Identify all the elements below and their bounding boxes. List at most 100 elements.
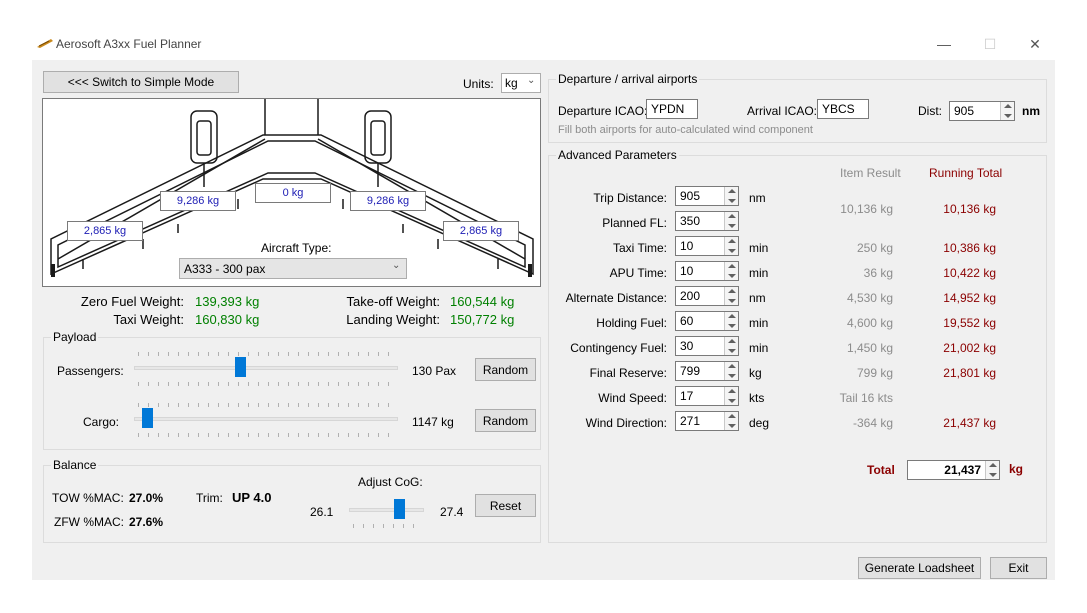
param-input[interactable]: 60 (675, 311, 739, 331)
param-item-result: 4,600 kg (846, 316, 893, 330)
passengers-label: Passengers: (57, 364, 124, 378)
param-input[interactable]: 10 (675, 236, 739, 256)
trip-running-total: 10,136 kg (943, 202, 996, 216)
param-running-total: 21,002 kg (943, 341, 996, 355)
dist-input[interactable]: 905 (949, 101, 1015, 121)
spin-arrows-icon[interactable] (1000, 102, 1014, 120)
total-fuel-input[interactable]: 21,437 (907, 460, 1000, 480)
param-label: Final Reserve: (589, 366, 667, 380)
param-input[interactable]: 10 (675, 261, 739, 281)
item-result-header: Item Result (840, 166, 901, 180)
random-passengers-button[interactable]: Random (475, 358, 536, 381)
param-item-result: Tail 16 kts (839, 391, 893, 405)
param-running-total: 10,422 kg (943, 266, 996, 280)
spin-arrows-icon[interactable] (724, 187, 738, 205)
param-label: Planned FL: (602, 216, 667, 230)
cargo-label: Cargo: (83, 415, 120, 429)
close-icon[interactable]: ✕ (1025, 34, 1045, 54)
zfw-mac-label: ZFW %MAC: (54, 515, 124, 529)
aircraft-type-select[interactable]: A333 - 300 pax ⌄ (179, 258, 407, 279)
param-running-total: 21,801 kg (943, 366, 996, 380)
dist-label: Dist: (918, 104, 942, 118)
balance-group: Balance TOW %MAC: 27.0% ZFW %MAC: 27.6% … (43, 458, 541, 543)
param-input[interactable]: 271 (675, 411, 739, 431)
trim-value: UP 4.0 (232, 490, 272, 505)
param-label: Alternate Distance: (565, 291, 667, 305)
passengers-value: 130 Pax (412, 364, 457, 378)
param-unit: deg (749, 416, 770, 430)
arrival-icao-input[interactable]: YBCS (817, 99, 869, 119)
cog-slider[interactable] (349, 508, 424, 512)
spin-arrows-icon[interactable] (724, 262, 738, 280)
generate-loadsheet-button[interactable]: Generate Loadsheet (858, 557, 981, 579)
param-unit: nm (749, 191, 766, 205)
zfw-value: 139,393 kg (195, 294, 260, 309)
param-running-total: 14,952 kg (943, 291, 996, 305)
param-unit: min (749, 341, 769, 355)
app-logo-icon (37, 39, 53, 48)
param-input[interactable]: 200 (675, 286, 739, 306)
taxi-weight-label: Taxi Weight: (113, 312, 184, 327)
param-label: Holding Fuel: (596, 316, 667, 330)
spin-arrows-icon[interactable] (724, 387, 738, 405)
tow-mac-label: TOW %MAC: (52, 491, 124, 505)
param-unit: kts (749, 391, 765, 405)
reset-button[interactable]: Reset (475, 494, 536, 517)
passengers-slider[interactable] (134, 366, 398, 370)
tow-label: Take-off Weight: (346, 294, 440, 309)
total-label: Total (867, 463, 895, 477)
param-input[interactable]: 905 (675, 186, 739, 206)
param-item-result: 250 kg (856, 241, 893, 255)
param-item-result: 36 kg (863, 266, 893, 280)
param-label: Contingency Fuel: (570, 341, 667, 355)
zfw-mac-value: 27.6% (129, 515, 164, 529)
payload-group: Payload Passengers: 130 Pax Random Cargo… (43, 330, 541, 450)
title-bar: Aerosoft A3xx Fuel Planner — ☐ ✕ (32, 28, 1055, 60)
maximize-icon[interactable]: ☐ (980, 34, 1000, 54)
param-item-result: 4,530 kg (846, 291, 893, 305)
landing-weight-label: Landing Weight: (346, 312, 440, 327)
spin-arrows-icon[interactable] (724, 312, 738, 330)
payload-title: Payload (51, 330, 99, 344)
random-cargo-button[interactable]: Random (475, 409, 536, 432)
airports-hint: Fill both airports for auto-calculated w… (558, 124, 813, 136)
departure-icao-input[interactable]: YPDN (646, 99, 698, 119)
cog-slider-thumb[interactable] (393, 499, 405, 519)
total-unit: kg (1009, 462, 1024, 476)
departure-icao-label: Departure ICAO: (558, 104, 648, 118)
spin-arrows-icon[interactable] (724, 337, 738, 355)
cargo-slider[interactable] (134, 417, 398, 421)
param-running-total: 19,552 kg (943, 316, 996, 330)
aircraft-type-label: Aircraft Type: (261, 241, 332, 255)
landing-weight-value: 150,772 kg (450, 312, 515, 327)
spin-arrows-icon[interactable] (724, 362, 738, 380)
exit-button[interactable]: Exit (990, 557, 1047, 579)
cog-min-label: 26.1 (310, 505, 334, 519)
spin-arrows-icon[interactable] (985, 461, 999, 479)
passengers-slider-thumb[interactable] (235, 357, 247, 377)
minimize-icon[interactable]: — (934, 34, 954, 54)
spin-arrows-icon[interactable] (724, 412, 738, 430)
spin-arrows-icon[interactable] (724, 212, 738, 230)
cargo-slider-thumb[interactable] (141, 408, 153, 428)
param-unit: min (749, 241, 769, 255)
window-title: Aerosoft A3xx Fuel Planner (56, 37, 202, 51)
chevron-down-icon: ⌄ (392, 260, 401, 271)
spin-arrows-icon[interactable] (724, 237, 738, 255)
switch-simple-mode-button[interactable]: <<< Switch to Simple Mode (43, 71, 239, 93)
aircraft-diagram: 2,865 kg 9,286 kg 0 kg 9,286 kg 2,865 kg… (42, 98, 541, 287)
param-unit: min (749, 316, 769, 330)
param-item-result: 1,450 kg (846, 341, 893, 355)
taxi-weight-value: 160,830 kg (195, 312, 260, 327)
spin-arrows-icon[interactable] (724, 287, 738, 305)
units-select[interactable]: kg ⌄ (501, 73, 541, 93)
param-input[interactable]: 799 (675, 361, 739, 381)
param-input[interactable]: 30 (675, 336, 739, 356)
trip-item-result: 10,136 kg (840, 202, 893, 216)
param-input[interactable]: 17 (675, 386, 739, 406)
param-item-result: -364 kg (852, 416, 893, 430)
balance-title: Balance (51, 458, 99, 472)
tank-right-outer: 2,865 kg (443, 221, 519, 241)
param-input[interactable]: 350 (675, 211, 739, 231)
param-item-result: 799 kg (856, 366, 893, 380)
